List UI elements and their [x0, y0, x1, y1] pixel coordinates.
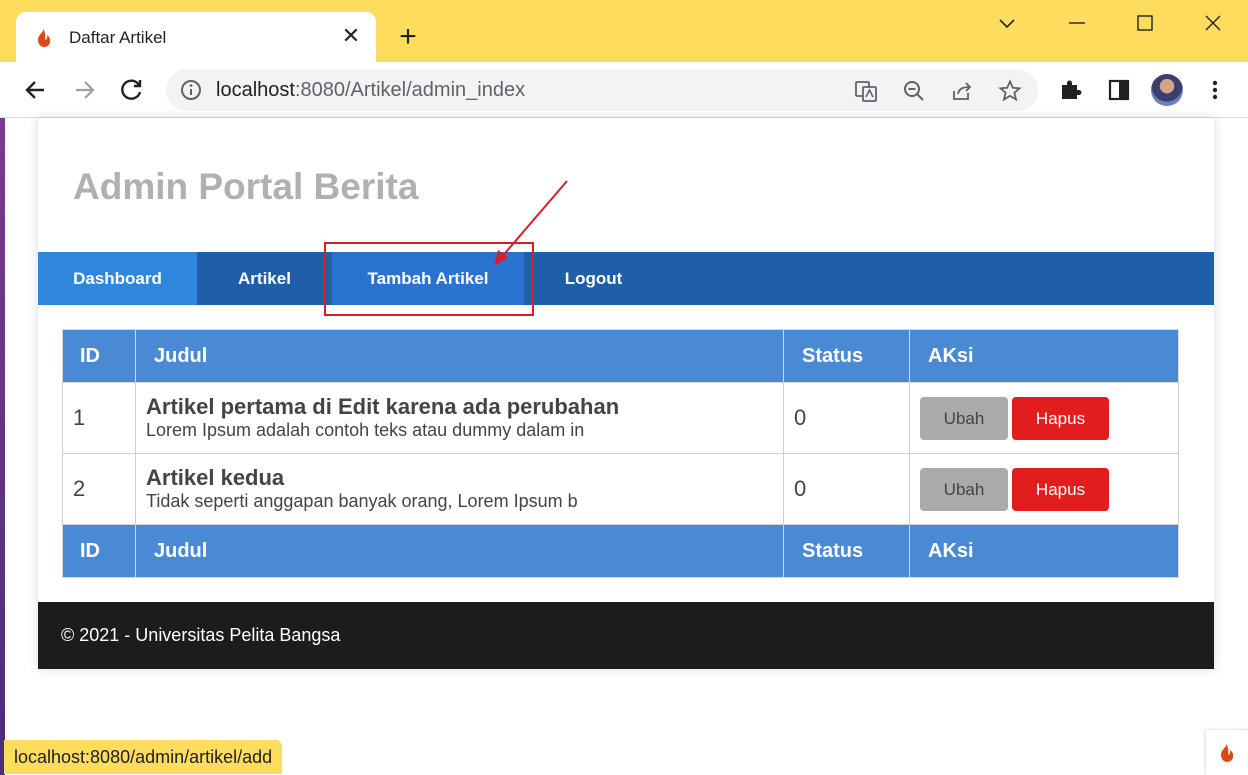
column-footer-aksi: AKsi [909, 524, 1179, 578]
table-footer-row: ID Judul Status AKsi [62, 524, 1179, 578]
article-table: ID Judul Status AKsi 1 Artikel pertama d… [62, 329, 1179, 578]
table-header-row: ID Judul Status AKsi [62, 329, 1179, 383]
minimize-icon[interactable] [1064, 10, 1090, 36]
side-panel-icon[interactable] [1106, 77, 1132, 103]
url-text[interactable]: localhost:8080/Artikel/admin_index [216, 79, 525, 102]
column-header-id: ID [62, 329, 136, 383]
table-row: 1 Artikel pertama di Edit karena ada per… [62, 382, 1179, 454]
tab-search-chevron-icon[interactable] [994, 10, 1020, 36]
main-nav: Dashboard Artikel Tambah Artikel Logout [38, 252, 1214, 305]
column-header-aksi: AKsi [909, 329, 1179, 383]
extensions-puzzle-icon[interactable] [1058, 77, 1084, 103]
article-title: Artikel pertama di Edit karena ada perub… [146, 394, 620, 419]
maximize-icon[interactable] [1132, 10, 1158, 36]
annotation-highlight-box [324, 242, 534, 316]
browser-toolbar: localhost:8080/Artikel/admin_index [0, 62, 1248, 118]
url-path: :8080/Artikel/admin_index [294, 79, 526, 101]
edit-button[interactable]: Ubah [920, 396, 1008, 440]
row-id: 1 [62, 382, 136, 454]
nav-logout[interactable]: Logout [524, 252, 663, 305]
tab-title: Daftar Artikel [69, 28, 167, 47]
nav-artikel[interactable]: Artikel [197, 252, 332, 305]
profile-avatar[interactable] [1151, 74, 1183, 106]
article-title: Artikel kedua [146, 465, 285, 490]
url-host: localhost [216, 79, 295, 101]
article-excerpt: Lorem Ipsum adalah contoh teks atau dumm… [146, 420, 585, 440]
footer-text: © 2021 - Universitas Pelita Bangsa [61, 625, 341, 645]
codeigniter-flame-icon [38, 27, 51, 47]
column-footer-id: ID [62, 524, 136, 578]
page-footer: © 2021 - Universitas Pelita Bangsa [38, 602, 1214, 669]
delete-button[interactable]: Hapus [1012, 467, 1109, 511]
close-window-icon[interactable] [1200, 10, 1226, 36]
desktop-edge [0, 118, 5, 775]
column-footer-judul: Judul [135, 524, 784, 578]
reload-icon[interactable] [118, 76, 146, 104]
page-container: Admin Portal Berita Dashboard Artikel Ta… [38, 118, 1214, 669]
row-status: 0 [783, 382, 910, 454]
zoom-out-icon[interactable] [902, 79, 926, 103]
row-actions: Ubah Hapus [909, 382, 1179, 454]
back-icon[interactable] [22, 76, 50, 104]
row-actions: Ubah Hapus [909, 453, 1179, 525]
nav-dashboard[interactable]: Dashboard [38, 252, 197, 305]
translate-icon[interactable] [854, 79, 878, 103]
new-tab-icon[interactable]: + [395, 22, 421, 52]
forward-icon[interactable] [70, 76, 98, 104]
share-icon[interactable] [950, 79, 974, 103]
browser-titlebar: Daftar Artikel ✕ + [0, 0, 1248, 62]
site-title: Admin Portal Berita [73, 166, 419, 207]
edit-button[interactable]: Ubah [920, 467, 1008, 511]
site-info-icon[interactable] [180, 79, 202, 101]
link-status-bubble: localhost:8080/admin/artikel/add [4, 740, 283, 774]
corner-widget[interactable] [1206, 730, 1248, 775]
row-judul-cell: Artikel pertama di Edit karena ada perub… [135, 382, 784, 454]
bookmark-star-icon[interactable] [998, 79, 1022, 103]
column-footer-status: Status [783, 524, 910, 578]
row-status: 0 [783, 453, 910, 525]
article-excerpt: Tidak seperti anggapan banyak orang, Lor… [146, 491, 578, 511]
close-tab-icon[interactable]: ✕ [340, 24, 362, 48]
delete-button[interactable]: Hapus [1012, 396, 1109, 440]
codeigniter-flame-icon [1221, 742, 1234, 762]
table-row: 2 Artikel kedua Tidak seperti anggapan b… [62, 453, 1179, 525]
more-menu-icon[interactable] [1202, 77, 1228, 103]
row-id: 2 [62, 453, 136, 525]
column-header-status: Status [783, 329, 910, 383]
column-header-judul: Judul [135, 329, 784, 383]
browser-tab[interactable]: Daftar Artikel ✕ [16, 12, 376, 62]
address-bar[interactable]: localhost:8080/Artikel/admin_index [166, 69, 1038, 111]
row-judul-cell: Artikel kedua Tidak seperti anggapan ban… [135, 453, 784, 525]
page-viewport: Admin Portal Berita Dashboard Artikel Ta… [0, 118, 1248, 775]
